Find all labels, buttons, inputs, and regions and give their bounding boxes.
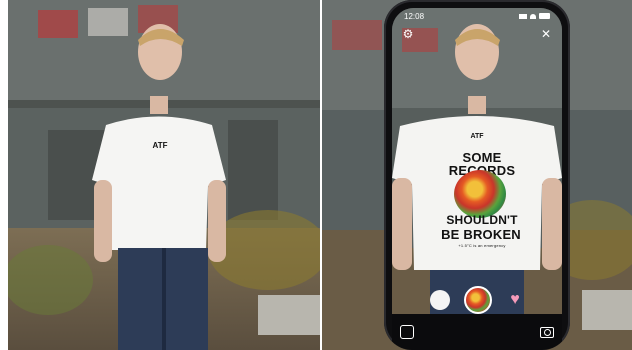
ar-top-controls: ⚙ ✕ — [400, 26, 554, 42]
wifi-icon — [530, 13, 536, 19]
tee-small-text: +1.5°C is an emergency — [458, 243, 506, 248]
left-tee-logo: ATF — [153, 141, 168, 150]
earth-filter[interactable] — [464, 286, 492, 314]
battery-icon — [539, 13, 550, 19]
tee-text-line3: SHOULDN'T — [446, 213, 518, 227]
status-icons — [519, 13, 550, 19]
gallery-icon[interactable] — [400, 325, 414, 339]
filter-carousel: ♥ — [392, 286, 562, 314]
pink-filter[interactable]: ♥ — [506, 291, 524, 309]
camera-flip-icon[interactable] — [540, 326, 554, 338]
ar-earth-graphic — [454, 170, 506, 218]
gear-icon[interactable]: ⚙ — [400, 26, 416, 42]
bottom-bar — [392, 314, 562, 350]
left-photo-scene: ATF — [8, 0, 320, 350]
white-filter[interactable] — [430, 290, 450, 310]
phone-mockup: ATF 12:08 ⚙ ✕ SOME RECORDS SHOULDN'T BE … — [384, 0, 570, 350]
phone-tee-logo: ATF — [470, 133, 484, 140]
ar-camera-screen: ATF 12:08 ⚙ ✕ SOME RECORDS SHOULDN'T BE … — [392, 8, 562, 350]
comparison-stage: ATF ATF 12:08 ⚙ ✕ SOME SHOULDN'T BE BROK… — [0, 0, 632, 350]
left-photo: ATF — [8, 0, 320, 350]
status-bar: 12:08 — [392, 8, 562, 24]
status-time: 12:08 — [404, 11, 425, 21]
tee-text-line4: BE BROKEN — [441, 227, 521, 242]
signal-icon — [519, 13, 527, 19]
close-icon[interactable]: ✕ — [538, 26, 554, 42]
